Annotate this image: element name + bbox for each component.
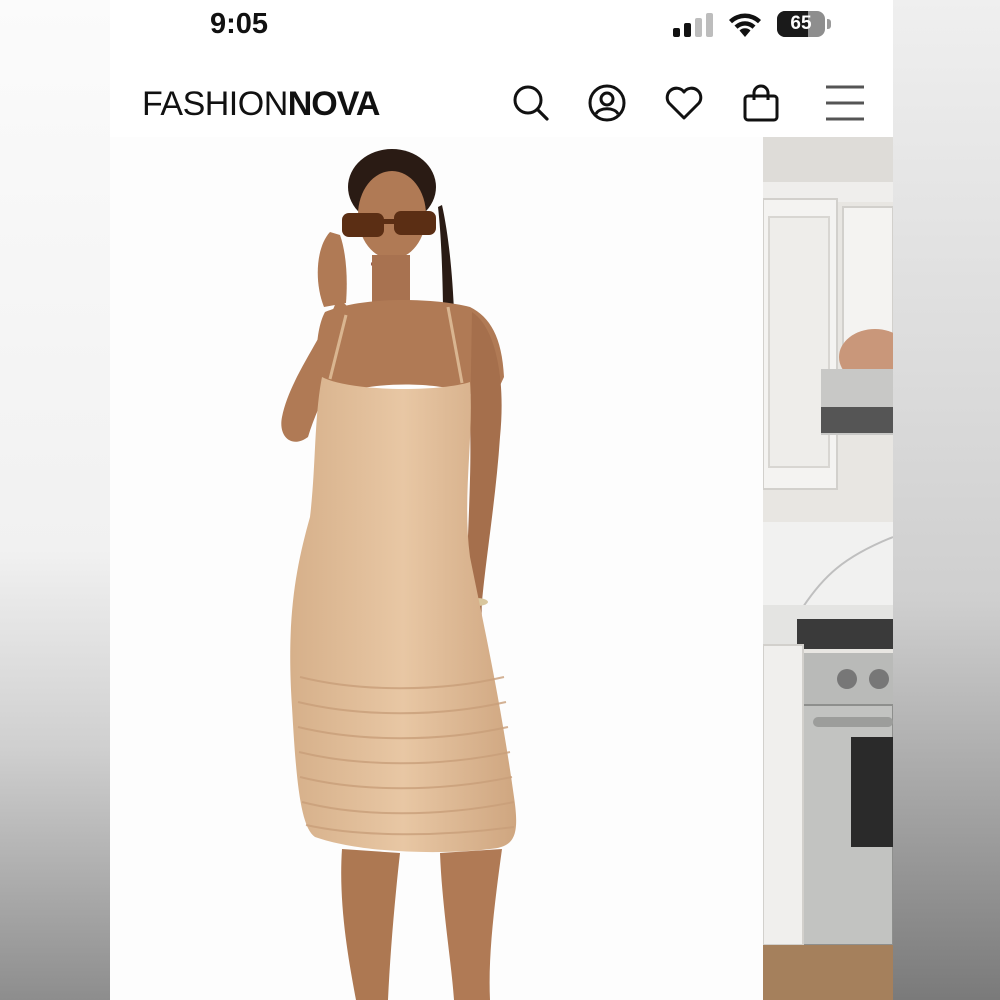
product-image-next[interactable] bbox=[763, 137, 893, 1000]
phone-screen: 9:05 65 FASHIONNOVA bbox=[110, 0, 893, 1000]
signal-icon bbox=[673, 13, 713, 37]
status-time: 9:05 bbox=[210, 8, 269, 40]
blurred-right-background bbox=[893, 0, 1000, 1000]
blurred-left-background bbox=[0, 0, 110, 1000]
logo-text-light: FASHION bbox=[142, 85, 288, 123]
shopping-bag-icon bbox=[743, 84, 779, 122]
search-button[interactable] bbox=[510, 82, 552, 124]
account-icon bbox=[588, 84, 626, 122]
product-image-main[interactable] bbox=[110, 137, 763, 1000]
cart-button[interactable] bbox=[740, 82, 782, 124]
search-icon bbox=[513, 85, 549, 121]
menu-icon bbox=[826, 85, 864, 121]
account-button[interactable] bbox=[586, 82, 628, 124]
wishlist-button[interactable] bbox=[663, 82, 705, 124]
wishlist-heart-icon bbox=[665, 86, 703, 120]
battery-nub bbox=[827, 19, 831, 29]
battery-percent: 65 bbox=[790, 13, 812, 34]
battery-icon: 65 bbox=[777, 11, 825, 37]
model-illustration bbox=[281, 149, 517, 1000]
fashion-nova-logo[interactable]: FASHIONNOVA bbox=[142, 85, 381, 124]
status-bar: 9:05 65 bbox=[110, 0, 893, 52]
wifi-icon bbox=[729, 13, 761, 37]
menu-button[interactable] bbox=[824, 82, 866, 124]
kitchen-photo bbox=[763, 137, 893, 1000]
logo-text-bold: NOVA bbox=[287, 85, 381, 123]
site-header: FASHIONNOVA bbox=[110, 70, 893, 140]
